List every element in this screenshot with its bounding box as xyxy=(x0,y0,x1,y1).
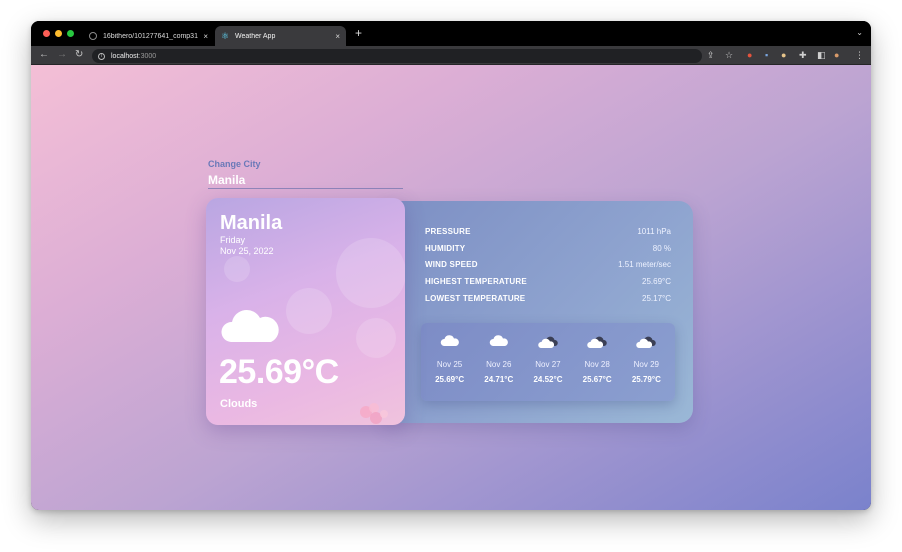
forecast-date: Nov 26 xyxy=(486,360,512,369)
change-city-label: Change City xyxy=(208,159,261,169)
kebab-menu-icon[interactable]: ⋮ xyxy=(855,49,864,61)
weather-page: Change City PRESSURE 1011 hPa HUMIDITY 8… xyxy=(31,65,871,510)
address-bar[interactable]: i localhost:3000 xyxy=(92,49,702,63)
bokeh-decoration xyxy=(336,238,405,308)
weather-stats-list: PRESSURE 1011 hPa HUMIDITY 80 % WIND SPE… xyxy=(425,223,671,306)
tab-close-icon[interactable]: × xyxy=(203,32,208,41)
forecast-day: Nov 28 25.67°C xyxy=(574,335,620,401)
broken-clouds-icon xyxy=(525,335,571,349)
extensions-icon[interactable]: ✚ xyxy=(799,49,807,61)
current-date: Nov 25, 2022 xyxy=(220,246,274,256)
cloud-icon xyxy=(476,335,522,349)
bokeh-decoration xyxy=(356,318,396,358)
tab-title: Weather App xyxy=(235,32,276,40)
stat-value: 25.69°C xyxy=(642,276,671,286)
forecast-date: Nov 27 xyxy=(535,360,561,369)
github-icon xyxy=(89,32,97,40)
weekday: Friday xyxy=(220,235,246,245)
extension-puzzle-piece-icon[interactable]: ▪ xyxy=(765,49,768,61)
stat-row-lowest-temperature: LOWEST TEMPERATURE 25.17°C xyxy=(425,290,671,307)
side-panel-icon[interactable]: ◧ xyxy=(817,49,826,61)
share-icon[interactable]: ⇪ xyxy=(707,49,715,61)
browser-window: 16bithero/101277641_comp31 × ⚛ Weather A… xyxy=(31,21,871,510)
stat-row-highest-temperature: HIGHEST TEMPERATURE 25.69°C xyxy=(425,273,671,290)
stat-label: WIND SPEED xyxy=(425,260,478,270)
bokeh-decoration xyxy=(224,256,250,282)
flower-decoration xyxy=(352,398,392,425)
forecast-temp: 25.67°C xyxy=(582,375,612,384)
stat-row-pressure: PRESSURE 1011 hPa xyxy=(425,223,671,240)
forecast-date: Nov 28 xyxy=(584,360,610,369)
browser-toolbar: ← → ↻ i localhost:3000 ⇪ ☆ ● ▪ ● ✚ ◧ ● ⋮ xyxy=(31,46,871,65)
forecast-day: Nov 25 25.69°C xyxy=(427,335,473,401)
forecast-day: Nov 26 24.71°C xyxy=(476,335,522,401)
extension-cookie-icon[interactable]: ● xyxy=(781,49,786,61)
tab-weather-app[interactable]: ⚛ Weather App × xyxy=(215,26,346,46)
stat-label: LOWEST TEMPERATURE xyxy=(425,293,526,303)
forecast-temp: 25.79°C xyxy=(631,375,661,384)
tab-title: 16bithero/101277641_comp31 xyxy=(103,32,198,40)
weather-condition: Clouds xyxy=(220,398,258,410)
window-close-button[interactable] xyxy=(43,30,50,37)
tab-close-icon[interactable]: × xyxy=(335,32,340,41)
broken-clouds-icon xyxy=(574,335,620,349)
tab-github[interactable]: 16bithero/101277641_comp31 × xyxy=(83,26,214,46)
tab-search-chevron-icon[interactable]: ⌄ xyxy=(856,28,863,37)
cloud-icon xyxy=(427,335,473,349)
stat-value: 1.51 meter/sec xyxy=(618,260,671,270)
stat-label: HUMIDITY xyxy=(425,243,466,253)
bookmark-star-icon[interactable]: ☆ xyxy=(725,49,733,61)
url-host: localhost xyxy=(111,52,139,60)
react-icon: ⚛ xyxy=(221,31,230,41)
city-name: Manila xyxy=(220,212,283,234)
forecast-temp: 25.69°C xyxy=(435,375,465,384)
reload-icon[interactable]: ↻ xyxy=(75,49,83,61)
back-arrow-icon[interactable]: ← xyxy=(39,49,49,61)
forward-arrow-icon[interactable]: → xyxy=(57,49,67,61)
stat-value: 1011 hPa xyxy=(637,226,671,236)
stat-label: PRESSURE xyxy=(425,226,471,236)
url-port: :3000 xyxy=(138,52,157,60)
window-maximize-button[interactable] xyxy=(67,30,74,37)
stat-label: HIGHEST TEMPERATURE xyxy=(425,276,527,286)
profile-avatar[interactable]: ● xyxy=(834,49,839,61)
forecast-temp: 24.71°C xyxy=(484,375,514,384)
current-temperature: 25.69°C xyxy=(219,353,339,391)
forecast-date: Nov 29 xyxy=(633,360,660,369)
bokeh-decoration xyxy=(286,288,332,334)
forecast-strip: Nov 25 25.69°C Nov 26 24.71°C Nov 27 24.… xyxy=(421,323,675,401)
stat-row-wind-speed: WIND SPEED 1.51 meter/sec xyxy=(425,256,671,273)
forecast-date: Nov 25 xyxy=(436,360,463,369)
forecast-day: Nov 27 24.52°C xyxy=(525,335,571,401)
window-minimize-button[interactable] xyxy=(55,30,62,37)
forecast-day: Nov 29 25.79°C xyxy=(623,335,669,401)
extension-shield-icon[interactable]: ● xyxy=(747,49,752,61)
forecast-temp: 24.52°C xyxy=(533,375,563,384)
city-search-input[interactable] xyxy=(208,171,403,189)
cloud-icon xyxy=(220,308,282,349)
tab-strip: 16bithero/101277641_comp31 × ⚛ Weather A… xyxy=(31,21,871,46)
broken-clouds-icon xyxy=(623,335,669,349)
site-info-icon[interactable]: i xyxy=(98,52,105,60)
weather-details-card: PRESSURE 1011 hPa HUMIDITY 80 % WIND SPE… xyxy=(383,201,693,423)
new-tab-button[interactable]: + xyxy=(355,27,362,39)
stat-value: 80 % xyxy=(652,243,671,253)
current-weather-card: Manila Friday Nov 25, 2022 25.69°C Cloud… xyxy=(206,198,405,425)
stat-value: 25.17°C xyxy=(642,293,671,303)
stat-row-humidity: HUMIDITY 80 % xyxy=(425,240,671,257)
